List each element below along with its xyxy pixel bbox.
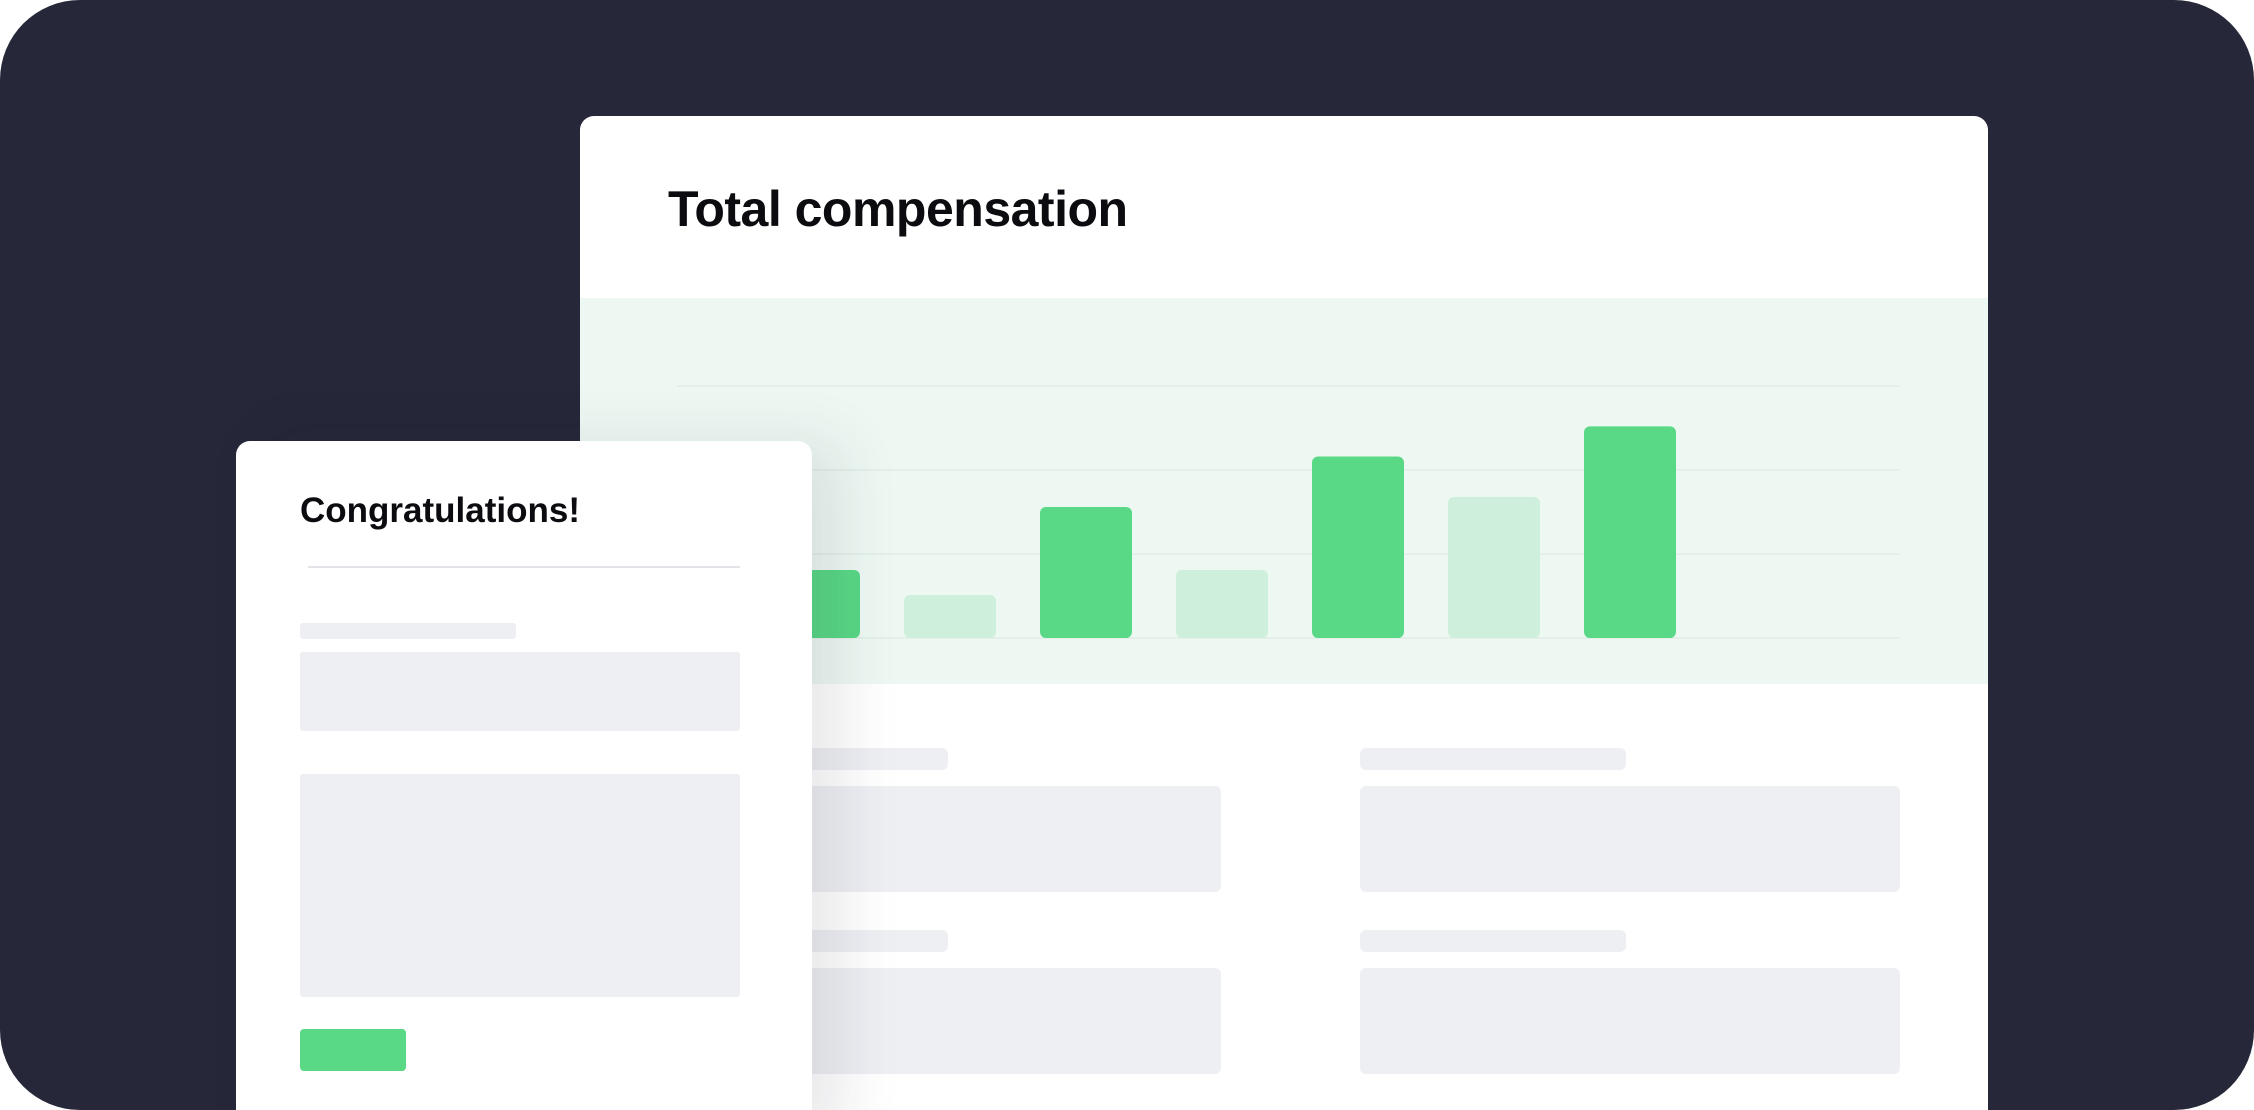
chart-gridline (677, 469, 1900, 471)
chart-bar (904, 595, 996, 638)
field-label-placeholder (1360, 748, 1626, 770)
chart-gridline (677, 385, 1900, 387)
field-input-placeholder (1360, 968, 1900, 1074)
field-input-placeholder (300, 652, 740, 731)
chart-bar (1312, 456, 1404, 638)
textarea-placeholder (300, 774, 740, 997)
chart-gridline (677, 553, 1900, 555)
chart-bar (1040, 506, 1132, 638)
background-frame: Total compensation Congratulations! (0, 0, 2254, 1110)
page-title: Total compensation (668, 181, 1128, 237)
popup-divider (308, 566, 740, 568)
chart-bar (1176, 569, 1268, 638)
chart-gridline (677, 637, 1900, 639)
field-label-placeholder (1360, 930, 1626, 952)
field-label-placeholder (300, 623, 516, 639)
chart-bar (1448, 496, 1540, 638)
submit-button[interactable] (300, 1029, 406, 1071)
chart-bar (1584, 426, 1676, 638)
popup-title: Congratulations! (300, 491, 580, 530)
congratulations-popup: Congratulations! (236, 441, 812, 1110)
field-input-placeholder (1360, 786, 1900, 892)
